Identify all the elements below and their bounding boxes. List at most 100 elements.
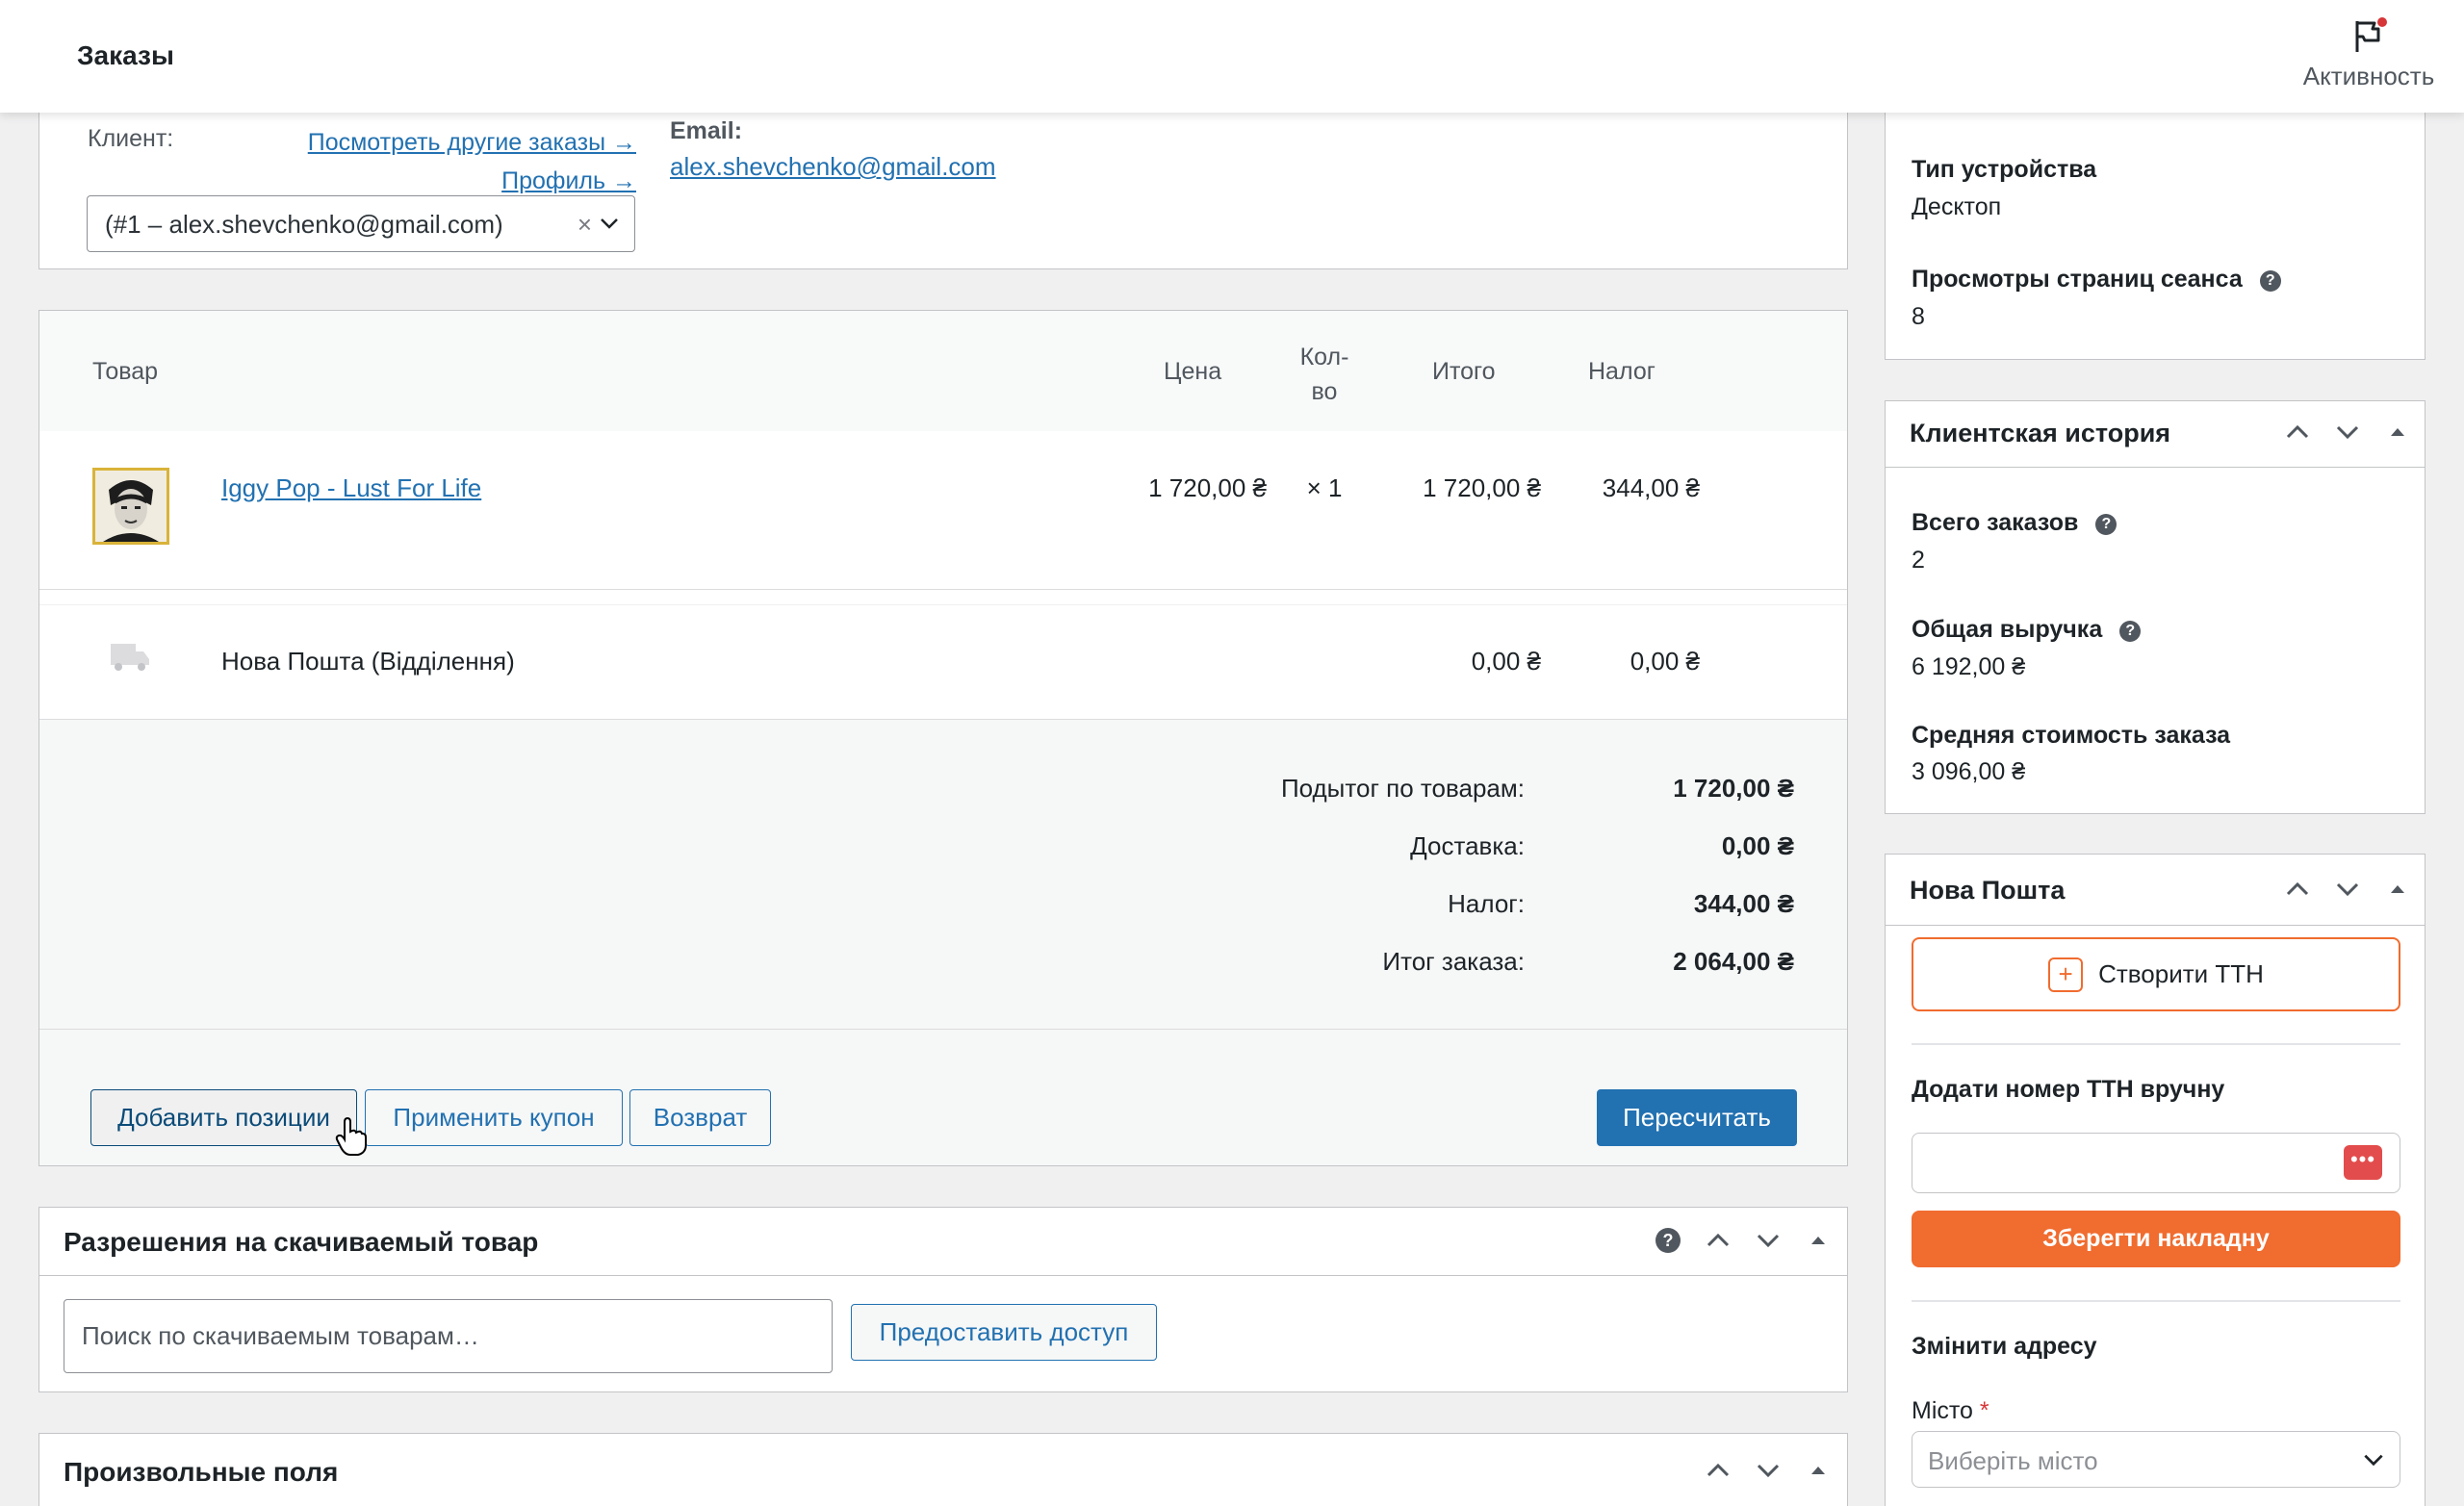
shipping-total: 0,00 ₴ — [1471, 647, 1541, 676]
create-ttn-button[interactable]: + Створити ТТН — [1912, 937, 2400, 1011]
help-icon[interactable]: ? — [1649, 1221, 1687, 1260]
apply-coupon-button[interactable]: Применить купон — [365, 1089, 623, 1146]
manual-ttn-label: Додати номер ТТН вручну — [1912, 1076, 2225, 1103]
keyboard-icon[interactable]: ••• — [2344, 1145, 2382, 1180]
help-icon[interactable]: ? — [2095, 514, 2118, 535]
totals-row: Доставка: 0,00 ₴ — [39, 831, 1847, 870]
column-price: Цена — [1164, 358, 1222, 385]
create-ttn-label: Створити ТТН — [2098, 959, 2264, 988]
custom-fields-panel: Произвольные поля — [38, 1433, 1848, 1506]
column-total: Итого — [1432, 358, 1496, 385]
activity-label: Активность — [2302, 62, 2435, 90]
customer-select[interactable]: (#1 – alex.shevchenko@gmail.com) × — [87, 195, 635, 252]
chevron-down-icon — [601, 218, 618, 229]
item-qty: × 1 — [1306, 473, 1343, 502]
plus-icon: + — [2048, 957, 2084, 992]
chevron-down-icon[interactable] — [1749, 1221, 1787, 1260]
session-info-panel: Тип устройства Десктоп Просмотры страниц… — [1885, 96, 2426, 360]
shipping-tax: 0,00 ₴ — [1630, 647, 1700, 676]
email-link[interactable]: alex.shevchenko@gmail.com — [670, 152, 996, 182]
chevron-down-icon — [2364, 1454, 2383, 1467]
downloads-search-input[interactable]: Поиск по скачиваемым товарам… — [64, 1299, 833, 1373]
chevron-down-icon[interactable] — [2328, 870, 2367, 908]
clear-icon[interactable]: × — [578, 210, 592, 240]
recalculate-button[interactable]: Пересчитать — [1597, 1089, 1797, 1146]
box-controls: ? — [1637, 1221, 1837, 1260]
total-orders-label: Всего заказов — [1912, 509, 2079, 536]
shipping-method-name: Нова Пошта (Відділення) — [221, 647, 515, 676]
collapse-toggle-icon[interactable] — [1799, 1221, 1837, 1260]
email-label: Email: — [670, 117, 743, 144]
box-controls — [2267, 413, 2417, 451]
divider — [1912, 1043, 2400, 1045]
subtotal-value: 1 720,00 ₴ — [1673, 774, 1794, 803]
view-other-orders-link[interactable]: Посмотреть другие заказы → — [270, 123, 636, 162]
column-qty-bottom: во — [1311, 378, 1338, 405]
city-select[interactable]: Виберіть місто — [1912, 1431, 2400, 1488]
chevron-up-icon[interactable] — [1699, 1221, 1737, 1260]
divider — [1886, 925, 2425, 926]
downloads-title: Разрешения на скачиваемый товар — [64, 1227, 539, 1257]
average-order-label: Средняя стоимость заказа — [1912, 722, 2231, 749]
help-icon[interactable]: ? — [2259, 270, 2281, 292]
device-type-label: Тип устройства — [1912, 156, 2097, 183]
activity-button[interactable]: Активность — [2297, 17, 2441, 91]
column-qty: Кол- во — [1276, 340, 1373, 409]
totals-row: Подытог по товарам: 1 720,00 ₴ — [39, 774, 1847, 812]
city-label: Місто — [1912, 1397, 1973, 1424]
tax-label: Налог: — [1448, 889, 1525, 918]
chevron-up-icon[interactable] — [2278, 870, 2317, 908]
revenue-row: Общая выручка? — [1912, 616, 2142, 644]
customer-panel: Клиент: Посмотреть другие заказы → Профи… — [38, 96, 1848, 269]
save-waybill-button[interactable]: Зберегти накладну — [1912, 1211, 2400, 1267]
collapse-toggle-icon[interactable] — [2378, 870, 2417, 908]
column-tax: Налог — [1588, 358, 1656, 385]
city-select-placeholder: Виберіть місто — [1928, 1446, 2098, 1475]
nova-poshta-panel: Нова Пошта + Створити ТТН Додати номер Т… — [1885, 854, 2426, 1506]
divider — [39, 1275, 1847, 1276]
top-bar: Заказы Активность — [0, 0, 2464, 113]
shipping-row: Нова Пошта (Відділення) 0,00 ₴ 0,00 ₴ — [39, 604, 1847, 720]
chevron-down-icon[interactable] — [1749, 1451, 1787, 1490]
chevron-up-icon[interactable] — [2278, 413, 2317, 451]
collapse-toggle-icon[interactable] — [1799, 1451, 1837, 1490]
order-total-label: Итог заказа: — [1382, 947, 1525, 976]
customer-history-title: Клиентская история — [1910, 419, 2171, 447]
truck-icon — [109, 640, 151, 681]
collapse-toggle-icon[interactable] — [2378, 413, 2417, 451]
revenue-label: Общая выручка — [1912, 616, 2103, 643]
shipping-value: 0,00 ₴ — [1721, 831, 1794, 860]
column-product: Товар — [92, 358, 159, 385]
items-table-header: Товар Цена Кол- во Итого Налог — [39, 311, 1847, 431]
total-orders-value: 2 — [1912, 547, 1925, 574]
chevron-down-icon[interactable] — [2328, 413, 2367, 451]
order-items-panel: Товар Цена Кол- во Итого Налог Iggy Pop … — [38, 310, 1848, 1166]
help-icon[interactable]: ? — [2119, 621, 2142, 642]
add-items-button[interactable]: Добавить позиции — [90, 1089, 357, 1146]
average-order-value: 3 096,00 ₴ — [1912, 758, 2026, 785]
divider — [1886, 467, 2425, 468]
chevron-up-icon[interactable] — [1699, 1451, 1737, 1490]
product-thumbnail[interactable] — [92, 468, 169, 545]
refund-button[interactable]: Возврат — [629, 1089, 771, 1146]
customer-label: Клиент: — [88, 125, 174, 152]
change-address-heading: Змінити адресу — [1912, 1333, 2097, 1360]
order-totals: Подытог по товарам: 1 720,00 ₴ Доставка:… — [39, 720, 1847, 1030]
pageviews-row: Просмотры страниц сеанса? — [1912, 266, 2281, 294]
hand-cursor-icon — [335, 1116, 368, 1161]
item-price: 1 720,00 ₴ — [1148, 473, 1267, 502]
product-link[interactable]: Iggy Pop - Lust For Life — [221, 473, 481, 502]
downloads-panel: Разрешения на скачиваемый товар ? Поиск … — [38, 1207, 1848, 1392]
device-type-value: Десктоп — [1912, 193, 2002, 220]
profile-link[interactable]: Профиль → — [270, 162, 636, 200]
subtotal-label: Подытог по товарам: — [1280, 774, 1525, 803]
column-qty-top: Кол- — [1299, 344, 1349, 370]
flag-icon — [2349, 17, 2388, 56]
shipping-label: Доставка: — [1410, 831, 1525, 860]
grant-access-button[interactable]: Предоставить доступ — [851, 1304, 1157, 1361]
item-tax: 344,00 ₴ — [1602, 473, 1700, 502]
customer-links: Посмотреть другие заказы → Профиль → — [270, 123, 636, 200]
tax-value: 344,00 ₴ — [1693, 889, 1794, 918]
box-controls — [2267, 870, 2417, 908]
ttn-number-input[interactable]: ••• — [1912, 1133, 2400, 1193]
